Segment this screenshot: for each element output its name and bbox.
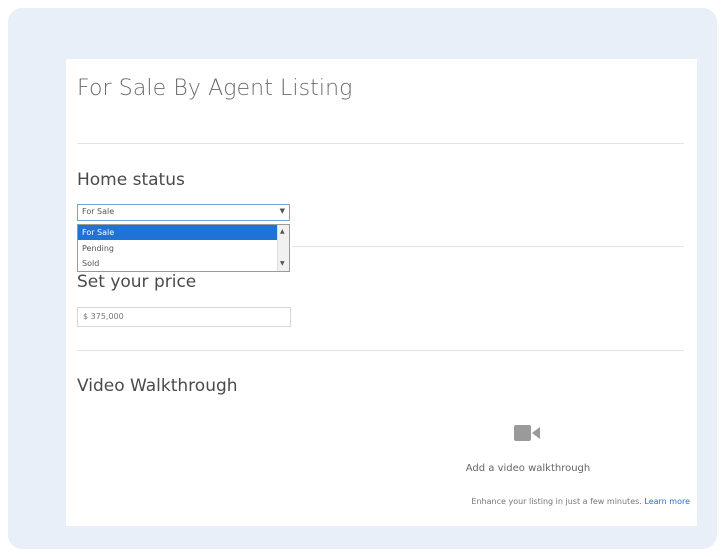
- dropdown-scrollbar[interactable]: ▲ ▼: [277, 225, 289, 271]
- home-status-selected-value: For Sale: [82, 207, 115, 216]
- price-divider: [77, 350, 684, 351]
- dropdown-option-sold[interactable]: Sold: [78, 256, 278, 271]
- chevron-down-icon: ▼: [279, 207, 285, 215]
- dropdown-option-pending[interactable]: Pending: [78, 241, 278, 256]
- video-heading: Video Walkthrough: [77, 376, 238, 396]
- video-camera-icon[interactable]: [514, 424, 540, 442]
- page-background: For Sale By Agent Listing Home status Fo…: [8, 8, 717, 549]
- page-title: For Sale By Agent Listing: [77, 76, 353, 101]
- enhance-listing-label: Enhance your listing in just a few minut…: [471, 497, 642, 506]
- learn-more-link[interactable]: Learn more: [644, 497, 690, 506]
- price-heading: Set your price: [77, 272, 197, 292]
- home-status-dropdown: For Sale Pending Sold ▲ ▼: [77, 224, 290, 272]
- status-divider: [292, 246, 684, 247]
- home-status-select[interactable]: For Sale ▼: [77, 204, 290, 221]
- title-divider: [77, 143, 684, 144]
- add-video-walkthrough-link[interactable]: Add a video walkthrough: [366, 463, 690, 474]
- scroll-up-icon[interactable]: ▲: [280, 228, 285, 235]
- price-value: $ 375,000: [83, 312, 124, 321]
- listing-card: For Sale By Agent Listing Home status Fo…: [66, 59, 697, 526]
- dropdown-option-for-sale[interactable]: For Sale: [78, 225, 278, 240]
- home-status-heading: Home status: [77, 170, 185, 190]
- enhance-listing-text: Enhance your listing in just a few minut…: [306, 497, 690, 506]
- price-input[interactable]: $ 375,000: [77, 307, 291, 327]
- scroll-down-icon[interactable]: ▼: [280, 260, 285, 267]
